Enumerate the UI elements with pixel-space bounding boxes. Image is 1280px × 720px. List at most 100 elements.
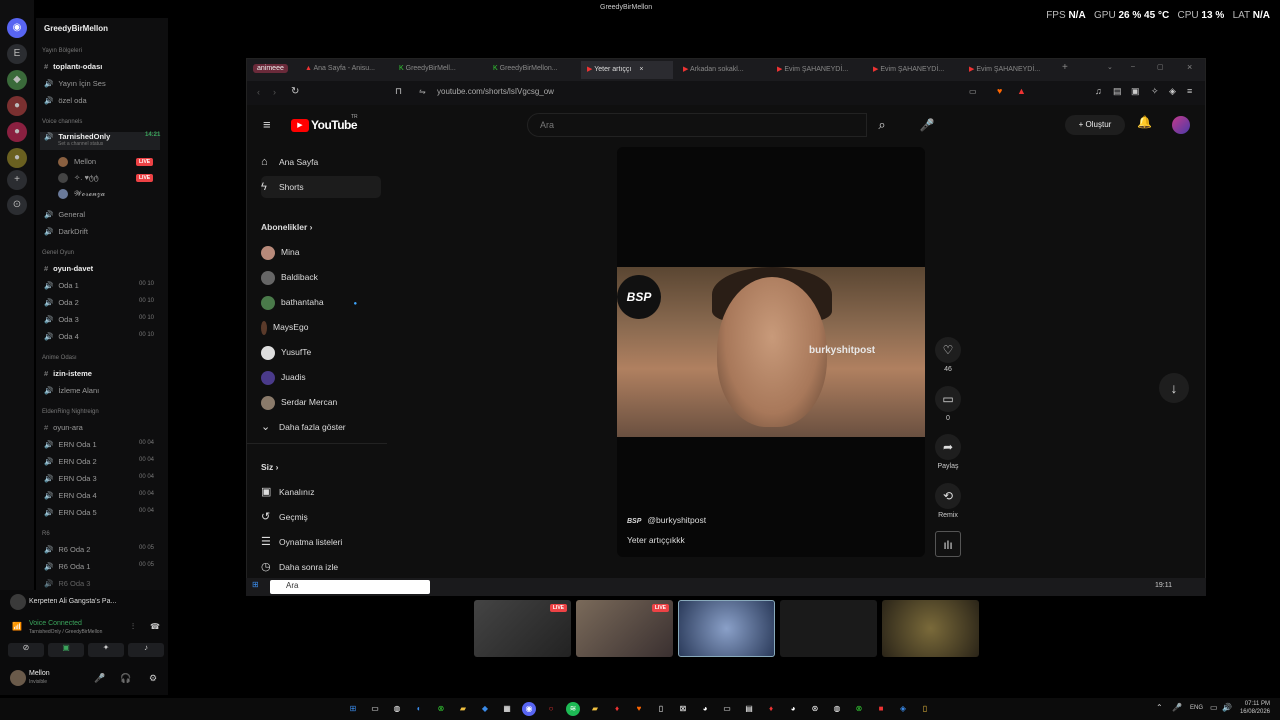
participant-tile[interactable] <box>780 600 877 657</box>
channel-tarnished[interactable]: TarnishedOnly <box>58 132 110 141</box>
xbox-icon[interactable]: ⊗ <box>434 702 448 716</box>
channel-general[interactable]: General <box>58 210 85 219</box>
stream-thumbnail[interactable]: LIVE <box>576 600 673 657</box>
app-icon[interactable]: ⊠ <box>676 702 690 716</box>
sub-channel[interactable]: Mina <box>281 247 299 257</box>
voice-location[interactable]: TarnishedOnly / GreedyBirMellon <box>29 629 102 635</box>
channel-oda2[interactable]: Oda 2 <box>58 298 78 307</box>
account-avatar[interactable] <box>1172 116 1190 134</box>
stream-thumbnail[interactable]: LIVE <box>474 600 571 657</box>
tab[interactable]: Evim ŞAHANEYDİ... <box>784 66 848 73</box>
tab[interactable]: GreedyBirMell... <box>406 65 456 72</box>
folder-icon[interactable]: ▰ <box>588 702 602 716</box>
system-clock[interactable]: 07:11 PM 16/08/2026 <box>1240 700 1270 716</box>
user-name[interactable]: Mellon <box>29 670 50 677</box>
sound-icon[interactable]: ılı <box>935 531 961 557</box>
channel-ozel[interactable]: özel oda <box>58 96 86 105</box>
youtube-logo-icon[interactable]: ▶ <box>291 119 309 132</box>
channel-r6-2[interactable]: R6 Oda 2 <box>58 545 90 554</box>
participant-tile[interactable] <box>882 600 979 657</box>
show-more[interactable]: Daha fazla göster <box>279 422 346 432</box>
avatar[interactable] <box>10 670 26 686</box>
discover-icon[interactable]: ⊙ <box>7 195 27 215</box>
app-icon[interactable]: ▦ <box>500 702 514 716</box>
voice-member[interactable]: 𝓦𝓸𝓻𝓮𝓷𝔃𝓪 <box>74 189 105 198</box>
discord-icon[interactable]: ◉ <box>522 702 536 716</box>
new-tab-icon[interactable]: + <box>1062 62 1068 73</box>
nav-shorts[interactable]: Shorts <box>279 182 304 192</box>
chrome-icon[interactable]: ◕ <box>786 702 800 716</box>
language-indicator[interactable]: ENG <box>1190 705 1203 711</box>
notifications-bell-icon[interactable]: 🔔 <box>1137 115 1152 129</box>
inner-search-input[interactable]: Ara <box>270 580 430 594</box>
camera-button[interactable]: ⊘ <box>8 643 44 657</box>
channel-oda4[interactable]: Oda 4 <box>58 332 78 341</box>
you-header[interactable]: Siz <box>261 462 273 472</box>
channel-ern4[interactable]: ERN Oda 4 <box>58 491 96 500</box>
sub-channel[interactable]: Baldiback <box>281 272 318 282</box>
tab[interactable]: GreedyBirMellon... <box>500 65 558 72</box>
forward-icon[interactable]: › <box>273 87 276 97</box>
tab-active[interactable]: Yeter artıççı <box>594 66 631 73</box>
server-icon[interactable]: ◆ <box>7 70 27 90</box>
back-icon[interactable]: ‹ <box>257 87 260 97</box>
channel-r6-1[interactable]: R6 Oda 1 <box>58 562 90 571</box>
xbox-icon[interactable]: ⊗ <box>852 702 866 716</box>
comment-button[interactable]: ▭ <box>935 386 961 412</box>
server-icon[interactable]: ● <box>7 148 27 168</box>
tab[interactable]: Evim ŞAHANEYDİ... <box>880 66 944 73</box>
site-info-icon[interactable]: ⇋ <box>419 87 426 96</box>
mic-icon[interactable]: 🎤 <box>94 673 105 684</box>
disconnect-icon[interactable]: ☎ <box>150 622 160 631</box>
app-icon[interactable]: ◆ <box>478 702 492 716</box>
category-r6[interactable]: R6 <box>42 531 50 537</box>
like-button[interactable]: ♡ <box>935 337 961 363</box>
voice-member[interactable]: ✧. ♥ტტ <box>74 173 99 182</box>
app-icon[interactable]: ◈ <box>896 702 910 716</box>
start-icon[interactable]: ⊞ <box>346 702 360 716</box>
steam-icon[interactable]: ◍ <box>830 702 844 716</box>
tab[interactable]: Ana Sayfa - Anisu... <box>314 65 375 72</box>
start-icon[interactable]: ⊞ <box>252 580 259 589</box>
server-icon[interactable]: E <box>7 44 27 64</box>
channel-oda1[interactable]: Oda 1 <box>58 281 78 290</box>
channel-status[interactable]: Set a channel status <box>44 141 160 147</box>
opera-icon[interactable]: ○ <box>544 702 558 716</box>
voice-member[interactable]: Mellon <box>74 157 96 166</box>
server-icon[interactable]: ● <box>7 96 27 116</box>
music-icon[interactable]: ♫ <box>1095 86 1102 96</box>
channel-izleme[interactable]: İzleme Alanı <box>58 386 99 395</box>
short-channel[interactable]: @burkyshitpost <box>647 515 706 525</box>
sub-channel[interactable]: bathantaha <box>281 297 324 307</box>
channel-izin[interactable]: izin-isteme <box>53 369 92 378</box>
tab[interactable]: Arkadan sokakl... <box>690 66 744 73</box>
sub-channel[interactable]: Serdar Mercan <box>281 397 337 407</box>
sub-channel[interactable]: Juadis <box>281 372 306 382</box>
tab-group-animeee[interactable]: animeee <box>253 64 288 73</box>
nav-home[interactable]: Ana Sayfa <box>279 157 318 167</box>
close-tab-icon[interactable]: × <box>639 66 643 73</box>
close-window-icon[interactable]: × <box>1187 62 1192 72</box>
share-button[interactable]: ➦ <box>935 434 961 460</box>
mic-tray-icon[interactable]: 🎤 <box>1172 703 1182 712</box>
channel-darkdrift[interactable]: DarkDrift <box>58 227 88 236</box>
edge-icon[interactable]: ◐ <box>412 702 426 716</box>
noise-suppression-icon[interactable]: ⫶ <box>132 622 134 632</box>
volume-icon[interactable]: 🔊 <box>1222 703 1232 712</box>
sub-channel[interactable]: YusufTe <box>281 347 311 357</box>
category-anime[interactable]: Anime Odası <box>42 355 77 361</box>
sub-channel[interactable]: MaysEgo <box>273 322 308 332</box>
hamburger-menu-icon[interactable]: ≡ <box>263 117 271 132</box>
url-field[interactable]: youtube.com/shorts/lsIVgcsg_ow <box>437 87 554 96</box>
tray-chevron-icon[interactable]: ⌃ <box>1156 703 1163 712</box>
channel-ern3[interactable]: ERN Oda 3 <box>58 474 96 483</box>
vpn-icon[interactable]: ◈ <box>1169 86 1176 97</box>
category-eldenring[interactable]: EldenRing Nightreign <box>42 409 99 415</box>
category-genel-oyun[interactable]: Genel Oyun <box>42 250 74 256</box>
spotify-icon[interactable]: ≋ <box>566 702 580 716</box>
short-player[interactable]: BSP burkyshitpost BSP @burkyshitpost Yete… <box>617 147 925 557</box>
chrome-icon[interactable]: ◕ <box>698 702 712 716</box>
app-icon[interactable]: ■ <box>874 702 888 716</box>
channel-oyun-davet[interactable]: oyun-davet <box>53 264 93 273</box>
task-view-icon[interactable]: ▭ <box>368 702 382 716</box>
